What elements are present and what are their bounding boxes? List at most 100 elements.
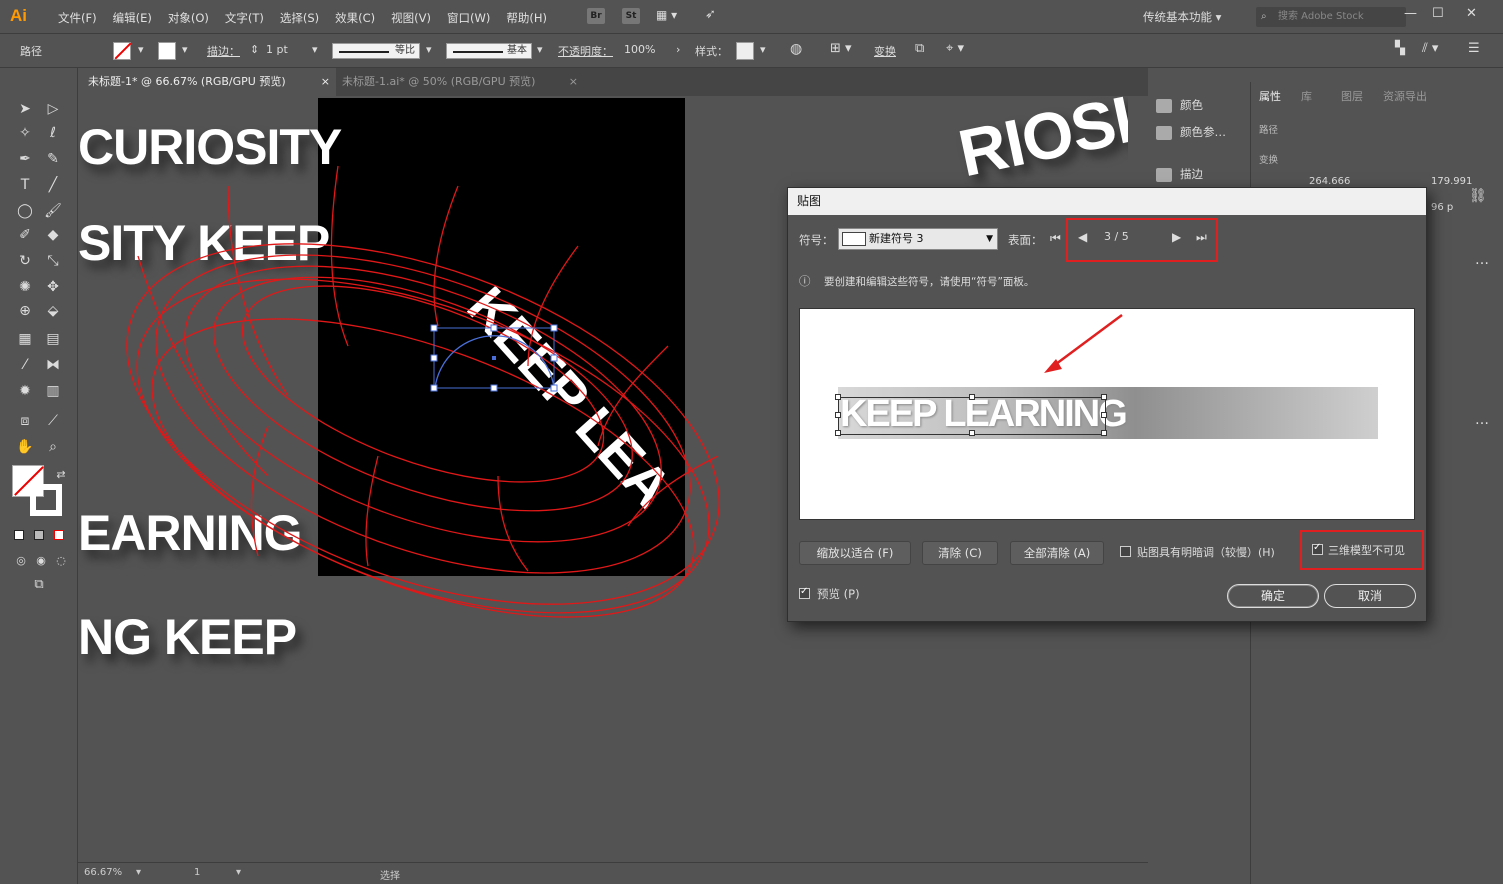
tab-libraries[interactable]: 库: [1301, 88, 1312, 104]
chevron-down-icon[interactable]: ▾: [760, 43, 766, 56]
opacity-value[interactable]: 100%: [624, 43, 655, 56]
variable-width-profile[interactable]: 等比: [332, 43, 420, 59]
menu-view[interactable]: 视图(V): [383, 10, 439, 26]
type-tool-icon[interactable]: T: [14, 174, 36, 196]
panel-toggle-icon[interactable]: ▚: [1395, 41, 1405, 56]
free-transform-icon[interactable]: ✥: [42, 276, 64, 298]
chevron-down-icon[interactable]: ▾: [138, 43, 144, 56]
y-value[interactable]: 179.991: [1431, 176, 1472, 187]
fill-none-swatch[interactable]: [113, 42, 131, 60]
minimize-icon[interactable]: —: [1404, 6, 1417, 21]
arrange-icon[interactable]: ⫽ ▾: [1422, 41, 1438, 56]
tab-asset-export[interactable]: 资源导出: [1383, 88, 1427, 104]
symbol-select[interactable]: 新建符号 3 ▼: [838, 228, 998, 250]
menu-object[interactable]: 对象(O): [160, 10, 217, 26]
stroke-weight-value[interactable]: 1 pt: [266, 43, 288, 56]
menu-type[interactable]: 文字(T): [217, 10, 272, 26]
stroke-panel-button[interactable]: 描边: [1156, 166, 1203, 182]
selection-handle[interactable]: [490, 384, 498, 392]
pen-tool-icon[interactable]: ✒: [14, 148, 36, 170]
gradient-tool-icon[interactable]: ▤: [42, 328, 64, 350]
constrain-link-icon[interactable]: ⛓: [1469, 188, 1487, 204]
chevron-down-icon[interactable]: ▾: [312, 43, 318, 56]
close-icon[interactable]: ✕: [1466, 6, 1477, 21]
selection-handle[interactable]: [550, 324, 558, 332]
surface-preview[interactable]: KEEP LEARNING: [799, 308, 1415, 520]
chevron-down-icon[interactable]: ▾: [136, 867, 141, 878]
x-value[interactable]: 264.666: [1309, 176, 1350, 187]
menu-window[interactable]: 窗口(W): [439, 10, 498, 26]
arrange-documents-icon[interactable]: ▦ ▾: [656, 8, 677, 22]
artboard-number[interactable]: 1: [194, 867, 200, 878]
tab-layers[interactable]: 图层: [1341, 88, 1363, 104]
scale-to-fit-button[interactable]: 缩放以适合 (F): [799, 541, 911, 565]
mesh-tool-icon[interactable]: ▦: [14, 328, 36, 350]
preview-checkbox[interactable]: [799, 586, 810, 599]
direct-selection-icon[interactable]: ▷: [42, 98, 64, 120]
stroke-swatch[interactable]: [158, 42, 176, 60]
clear-all-button[interactable]: 全部清除 (A): [1010, 541, 1104, 565]
artboard-tool-icon[interactable]: ⧈: [14, 410, 36, 432]
selection-handle[interactable]: [490, 324, 498, 332]
tab-document-2[interactable]: 未标题-1.ai* @ 50% (RGB/GPU 预览) ×: [332, 68, 584, 96]
align-icon[interactable]: ⊞ ▾: [830, 41, 852, 56]
color-panel-button[interactable]: 颜色: [1156, 97, 1203, 113]
prev-surface-icon[interactable]: ◀: [1078, 230, 1087, 244]
none-mode-icon[interactable]: [54, 530, 64, 540]
blend-tool-icon[interactable]: ⧓: [42, 354, 64, 376]
eyedropper-icon[interactable]: ⁄: [14, 354, 36, 376]
opacity-label[interactable]: 不透明度：: [558, 43, 613, 59]
ok-button[interactable]: 确定: [1227, 584, 1319, 608]
menu-effect[interactable]: 效果(C): [327, 10, 383, 26]
draw-behind-icon[interactable]: ◉: [30, 550, 52, 572]
menu-file[interactable]: 文件(F): [50, 10, 105, 26]
menu-select[interactable]: 选择(S): [272, 10, 327, 26]
chevron-down-icon[interactable]: ▾: [426, 43, 432, 56]
selection-handle[interactable]: [430, 354, 438, 362]
menu-help[interactable]: 帮助(H): [498, 10, 555, 26]
paintbrush-icon[interactable]: 🖌: [42, 200, 64, 222]
w-value[interactable]: 96 p: [1431, 202, 1453, 213]
selection-handle[interactable]: [550, 354, 558, 362]
first-surface-icon[interactable]: ⏮: [1050, 231, 1061, 246]
curvature-tool-icon[interactable]: ✎: [42, 148, 64, 170]
stock-button[interactable]: St: [622, 8, 640, 24]
bridge-button[interactable]: Br: [587, 8, 605, 24]
clear-button[interactable]: 清除 (C): [922, 541, 998, 565]
swap-colors-icon[interactable]: ⇄: [50, 464, 72, 486]
warp-tool-icon[interactable]: ✺: [14, 276, 36, 298]
slice-tool-icon[interactable]: ⟋: [42, 410, 64, 432]
tab-properties[interactable]: 属性: [1259, 88, 1281, 104]
menu-edit[interactable]: 编辑(E): [105, 10, 160, 26]
color-mode-icon[interactable]: [14, 530, 24, 540]
close-icon[interactable]: ×: [321, 68, 330, 96]
tab-document-1[interactable]: 未标题-1* @ 66.67% (RGB/GPU 预览) ×: [78, 68, 336, 96]
color-guide-panel-button[interactable]: 颜色参…: [1156, 124, 1226, 140]
chevron-down-icon[interactable]: ▾: [182, 43, 188, 56]
selected-arc-path[interactable]: [430, 324, 558, 392]
draw-mode-icon[interactable]: ◎: [10, 550, 32, 572]
stroke-label[interactable]: 描边：: [207, 43, 240, 59]
gradient-mode-icon[interactable]: [34, 530, 44, 540]
menu-lines-icon[interactable]: ☰: [1468, 41, 1480, 56]
chevron-right-icon[interactable]: ›: [676, 43, 680, 56]
stroke-stepper-icon[interactable]: ⇕: [250, 43, 259, 56]
graph-tool-icon[interactable]: ▥: [42, 380, 64, 402]
stroke-color-swatch[interactable]: [30, 484, 62, 516]
brush-definition[interactable]: 基本: [446, 43, 532, 59]
shape-builder-icon[interactable]: ⊕: [14, 300, 36, 322]
gpu-rocket-icon[interactable]: ➶: [705, 7, 716, 22]
chevron-down-icon[interactable]: ▾: [236, 867, 241, 878]
rotate-tool-icon[interactable]: ↻: [14, 250, 36, 272]
magic-wand-icon[interactable]: ✧: [14, 122, 36, 144]
selection-handle[interactable]: [430, 324, 438, 332]
scale-tool-icon[interactable]: ⤡: [42, 250, 64, 272]
perspective-grid-icon[interactable]: ⬙: [42, 300, 64, 322]
transform-link[interactable]: 变换: [874, 43, 896, 59]
eraser-icon[interactable]: ◆: [42, 224, 64, 246]
hand-tool-icon[interactable]: ✋: [14, 436, 36, 458]
selection-tool-icon[interactable]: ➤: [14, 98, 36, 120]
next-surface-icon[interactable]: ▶: [1172, 230, 1181, 244]
puppet-icon[interactable]: ⌖ ▾: [946, 41, 964, 56]
screen-mode-icon[interactable]: ⧉: [28, 574, 50, 596]
